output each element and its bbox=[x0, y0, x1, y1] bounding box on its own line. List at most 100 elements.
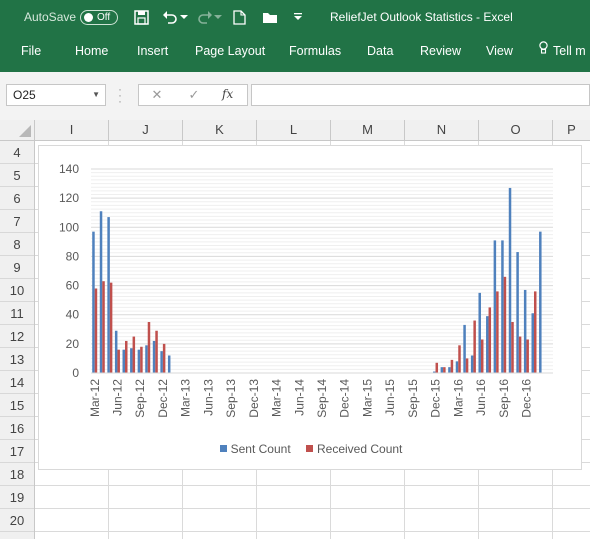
legend-item-received[interactable]: Received Count bbox=[306, 442, 402, 456]
undo-dropdown-icon[interactable] bbox=[179, 9, 189, 25]
bar-received[interactable] bbox=[458, 345, 461, 373]
customize-qat-icon[interactable] bbox=[292, 9, 304, 25]
bar-received[interactable] bbox=[435, 362, 439, 373]
bar-received[interactable] bbox=[511, 322, 514, 373]
column-header-p[interactable]: P bbox=[553, 120, 590, 140]
bar-received[interactable] bbox=[109, 282, 113, 373]
chart-object[interactable]: 0 20 40 60 80 100 120 140 Mar-12 Jun-12 Sep-12 Dec-… bbox=[38, 145, 582, 470]
row-header[interactable]: 10 bbox=[0, 279, 34, 302]
bar-sent[interactable] bbox=[501, 240, 504, 373]
enter-icon[interactable]: ✓ bbox=[184, 87, 204, 103]
row-header[interactable]: 17 bbox=[0, 440, 34, 463]
splitter-handle[interactable]: · · · bbox=[118, 83, 122, 107]
bar-sent[interactable] bbox=[493, 240, 497, 373]
row-header[interactable]: 6 bbox=[0, 187, 34, 210]
tab-review[interactable]: Review bbox=[420, 34, 461, 68]
row-header[interactable]: 19 bbox=[0, 486, 34, 509]
row-header[interactable]: 16 bbox=[0, 417, 34, 440]
row-header[interactable]: 9 bbox=[0, 256, 34, 279]
bar-received[interactable] bbox=[125, 340, 128, 373]
bar-sent[interactable] bbox=[523, 289, 527, 373]
bar-received[interactable] bbox=[162, 343, 166, 373]
bar-received[interactable] bbox=[473, 320, 476, 373]
bar-sent[interactable] bbox=[130, 348, 133, 373]
redo-icon[interactable] bbox=[197, 9, 213, 25]
row-header[interactable]: 12 bbox=[0, 325, 34, 348]
bar-received[interactable] bbox=[443, 367, 446, 373]
tab-view[interactable]: View bbox=[486, 34, 513, 68]
bar-sent[interactable] bbox=[440, 367, 444, 373]
select-all-button[interactable] bbox=[0, 120, 35, 140]
bar-sent[interactable] bbox=[463, 324, 466, 373]
redo-dropdown-icon[interactable] bbox=[213, 9, 223, 25]
tab-data[interactable]: Data bbox=[367, 34, 393, 68]
bar-sent[interactable] bbox=[539, 231, 542, 373]
bar-received[interactable] bbox=[102, 281, 105, 373]
bar-received[interactable] bbox=[132, 336, 136, 373]
save-icon[interactable] bbox=[133, 9, 149, 25]
tell-me-search[interactable]: Tell m bbox=[539, 34, 586, 68]
cancel-icon[interactable]: ✕ bbox=[147, 87, 167, 103]
column-header-n[interactable]: N bbox=[405, 120, 479, 140]
open-folder-icon[interactable] bbox=[261, 9, 279, 25]
bar-sent[interactable] bbox=[470, 355, 474, 373]
bar-received[interactable] bbox=[94, 288, 98, 373]
row-header[interactable]: 8 bbox=[0, 233, 34, 256]
autosave-toggle[interactable]: Off bbox=[80, 10, 118, 25]
bar-received[interactable] bbox=[526, 339, 529, 373]
bar-received[interactable] bbox=[117, 349, 120, 373]
column-header-l[interactable]: L bbox=[257, 120, 331, 140]
bar-sent[interactable] bbox=[508, 187, 512, 373]
bar-sent[interactable] bbox=[448, 367, 451, 373]
tab-page-layout[interactable]: Page Layout bbox=[195, 34, 265, 68]
name-box[interactable]: O25 ▼ bbox=[6, 84, 106, 106]
row-header[interactable]: 15 bbox=[0, 394, 34, 417]
bar-received[interactable] bbox=[140, 346, 143, 373]
legend-item-sent[interactable]: Sent Count bbox=[219, 442, 291, 456]
bar-received[interactable] bbox=[155, 330, 158, 373]
bar-sent[interactable] bbox=[145, 345, 148, 373]
bar-sent[interactable] bbox=[137, 349, 141, 373]
bar-received[interactable] bbox=[488, 307, 492, 373]
new-file-icon[interactable] bbox=[231, 9, 247, 25]
tab-insert[interactable]: Insert bbox=[137, 34, 168, 68]
row-header[interactable]: 7 bbox=[0, 210, 34, 233]
row-header[interactable]: 13 bbox=[0, 348, 34, 371]
column-header-o[interactable]: O bbox=[479, 120, 553, 140]
bar-received[interactable] bbox=[450, 359, 454, 373]
row-header[interactable]: 4 bbox=[0, 141, 34, 164]
bar-sent[interactable] bbox=[160, 351, 163, 373]
bar-sent[interactable] bbox=[92, 231, 95, 373]
row-header[interactable]: 5 bbox=[0, 164, 34, 187]
row-header[interactable]: 20 bbox=[0, 509, 34, 532]
row-header[interactable]: 11 bbox=[0, 302, 34, 325]
column-header-i[interactable]: I bbox=[35, 120, 109, 140]
bar-sent[interactable] bbox=[531, 313, 534, 373]
chevron-down-icon[interactable]: ▼ bbox=[92, 85, 100, 105]
bar-received[interactable] bbox=[518, 336, 522, 373]
row-header[interactable]: 14 bbox=[0, 371, 34, 394]
bar-sent[interactable] bbox=[478, 292, 481, 373]
bar-sent[interactable] bbox=[152, 340, 156, 373]
column-header-m[interactable]: M bbox=[331, 120, 405, 140]
tab-home[interactable]: Home bbox=[75, 34, 108, 68]
bar-received[interactable] bbox=[147, 322, 151, 373]
bar-sent[interactable] bbox=[486, 316, 489, 373]
undo-icon[interactable] bbox=[162, 9, 178, 25]
bar-sent[interactable] bbox=[516, 252, 519, 373]
bar-sent[interactable] bbox=[99, 211, 103, 373]
bar-received[interactable] bbox=[465, 358, 469, 373]
insert-function-button[interactable]: fx bbox=[222, 87, 233, 101]
bar-received[interactable] bbox=[533, 291, 537, 373]
bar-sent[interactable] bbox=[167, 355, 171, 373]
bar-sent[interactable] bbox=[107, 217, 110, 373]
bar-received[interactable] bbox=[480, 339, 484, 373]
bar-sent[interactable] bbox=[114, 330, 118, 373]
column-header-k[interactable]: K bbox=[183, 120, 257, 140]
bar-sent[interactable] bbox=[455, 361, 459, 373]
bar-received[interactable] bbox=[496, 291, 499, 373]
bar-sent[interactable] bbox=[122, 349, 126, 373]
tab-formulas[interactable]: Formulas bbox=[289, 34, 341, 68]
bar-received[interactable] bbox=[503, 276, 507, 373]
row-header[interactable]: 18 bbox=[0, 463, 34, 486]
